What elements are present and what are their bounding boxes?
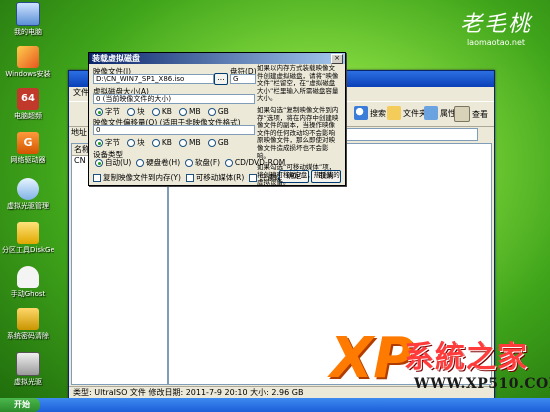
desktop-icon-ghost[interactable]: 手动Ghost: [2, 266, 54, 299]
diskgenius-icon: [17, 222, 39, 244]
copy-to-memory-checkbox[interactable]: 复制映像文件到内存(Y): [93, 173, 181, 182]
disk-manager-icon: [17, 178, 39, 200]
brand-watermark: 老毛桃 laomaotao.net: [460, 6, 532, 47]
offset-mb-radio[interactable]: MB: [179, 138, 201, 147]
search-label: 搜索: [370, 108, 386, 118]
cd-drive-icon: [16, 352, 40, 376]
device-auto-radio[interactable]: 自动(U): [95, 158, 131, 167]
desktop-icon-label: 手动Ghost: [10, 290, 46, 298]
offset-kb-radio[interactable]: KB: [151, 138, 172, 147]
vdisk-size-input[interactable]: 0 (当前映像文件的大小): [93, 94, 255, 104]
size-unit-group: 字节 块 KB MB GB: [95, 106, 229, 117]
device-floppy-radio[interactable]: 软盘(F): [184, 158, 220, 167]
start-button[interactable]: 开始: [0, 398, 40, 412]
unit-kb-radio[interactable]: KB: [151, 107, 172, 116]
view-label: 查看: [472, 109, 488, 119]
desktop-icon-label: 虚拟光驱: [14, 378, 42, 386]
logo-name: 系統之家: [404, 340, 528, 375]
desktop-icon-label: 系统密码清除: [7, 332, 49, 340]
view-button[interactable]: 查看: [454, 106, 488, 122]
image-file-input[interactable]: D:\CN_WIN7_SP1_X86.iso: [93, 74, 214, 84]
desktop-icon-virtual-drive[interactable]: 虚拟光驱: [2, 352, 54, 387]
key-icon: [17, 308, 39, 330]
desktop-icon-password-clear[interactable]: 系统密码清除: [2, 308, 54, 341]
desktop-icon-cpu[interactable]: 64 电脑超频: [2, 88, 54, 121]
desktop-icon-label: 虚拟光驱管理: [7, 202, 49, 210]
brand-name: 老毛桃: [459, 12, 532, 37]
desktop-icon-virtual-drive-manager[interactable]: 虚拟光驱管理: [2, 178, 54, 211]
unit-byte-radio[interactable]: 字节: [95, 107, 120, 116]
unit-gb-radio[interactable]: GB: [207, 107, 229, 116]
desktop-icon-windows-install[interactable]: Windows安装: [2, 46, 54, 79]
start-label: 开始: [14, 400, 30, 409]
properties-button[interactable]: 属性: [424, 106, 456, 120]
offset-unit-group: 字节 块 KB MB GB: [95, 137, 229, 148]
desktop-icon-label: Windows安装: [5, 70, 51, 78]
offset-gb-radio[interactable]: GB: [207, 138, 229, 147]
logo-xp: XP: [330, 326, 415, 391]
address-label: 地址: [71, 128, 87, 137]
desktop-icon-label: 我的电脑: [14, 28, 42, 36]
network-drive-icon: G: [17, 132, 39, 154]
unit-mb-radio[interactable]: MB: [179, 107, 201, 116]
drive-select[interactable]: G: [230, 74, 256, 84]
help-note: 如果以内存方式装载映像文件创建虚拟磁盘，请将“映像文件”栏留空，在“虚拟磁盘大小…: [257, 64, 339, 103]
offset-byte-radio[interactable]: 字节: [95, 138, 120, 147]
device-hdd-radio[interactable]: 硬盘卷(H): [136, 158, 180, 167]
offset-block-radio[interactable]: 块: [127, 138, 145, 147]
desktop-icon-label: 网络驱动器: [10, 156, 46, 164]
close-button[interactable]: ×: [331, 54, 343, 64]
search-button[interactable]: 搜索: [354, 106, 386, 120]
desktop-icon-label: 分区工具DiskGenius: [2, 246, 54, 254]
mount-virtual-disk-dialog[interactable]: 装载虚拟磁盘 × 映像文件(I) D:\CN_WIN7_SP1_X86.iso …: [88, 52, 346, 186]
help-note: 如果勾选“可移动媒体”项，将创建可移动U盘，热插拔的虚拟设备。: [257, 163, 340, 187]
computer-icon: [16, 2, 40, 26]
search-icon: [354, 106, 368, 120]
menu-file[interactable]: 文件: [73, 88, 89, 97]
unit-block-radio[interactable]: 块: [127, 107, 145, 116]
ghost-icon: [17, 266, 39, 288]
offset-input[interactable]: 0: [93, 125, 255, 135]
desktop-icon-diskgenius[interactable]: 分区工具DiskGenius: [2, 222, 54, 255]
brand-url: laomaotao.net: [466, 38, 526, 47]
view-icon: [454, 106, 470, 122]
help-note: 如果勾选“复制映像文件到内存”选项，将在内存中创建映像文件的副本，当操作映像文件…: [257, 105, 339, 160]
browse-button[interactable]: ...: [214, 73, 228, 85]
cpu-64-icon: 64: [17, 88, 39, 110]
xp510-logo: XP 系統之家 WWW.XP510.COM: [330, 322, 550, 402]
desktop-icon-network[interactable]: G 网络驱动器: [2, 132, 54, 165]
help-notes: 如果以内存方式装载映像文件创建虚拟磁盘，请将“映像文件”栏留空，在“虚拟磁盘大小…: [257, 64, 341, 191]
logo-url: WWW.XP510.COM: [414, 376, 550, 392]
windows-setup-icon: [17, 46, 39, 68]
removable-media-checkbox[interactable]: 可移动媒体(R): [185, 173, 244, 182]
desktop-icon-my-computer[interactable]: 我的电脑: [2, 2, 54, 37]
desktop-icon-label: 电脑超频: [14, 112, 42, 120]
dialog-title[interactable]: 装载虚拟磁盘: [89, 53, 345, 64]
properties-icon: [424, 106, 438, 120]
folders-button[interactable]: 文件夹: [387, 106, 427, 120]
folder-icon: [387, 106, 401, 120]
